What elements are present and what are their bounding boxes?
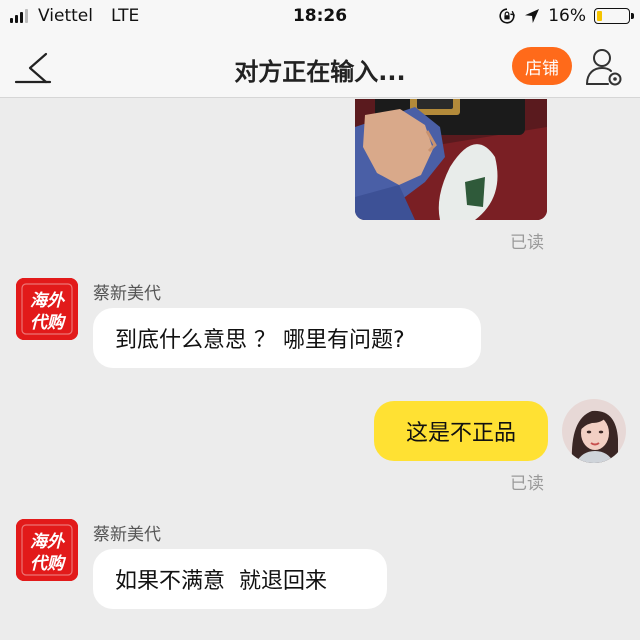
shop-logo: 海外 代购 bbox=[16, 278, 78, 340]
shop-avatar[interactable]: 海外 代购 bbox=[16, 519, 78, 581]
status-right: 16% bbox=[498, 6, 634, 26]
location-arrow-icon bbox=[525, 9, 540, 23]
incoming-message-bubble[interactable]: 到底什么意思 ？ 哪里有问题? bbox=[93, 308, 481, 368]
svg-text:海外: 海外 bbox=[30, 532, 66, 552]
back-button[interactable] bbox=[10, 48, 54, 88]
user-settings-icon bbox=[586, 49, 622, 86]
outgoing-message-bubble[interactable]: 这是不正品 bbox=[374, 401, 548, 461]
incoming-message-bubble[interactable]: 如果不满意 就退回来 bbox=[93, 549, 387, 609]
status-bar: Viettel LTE 18:26 16% bbox=[0, 0, 640, 34]
svg-text:代购: 代购 bbox=[30, 313, 67, 333]
user-avatar[interactable] bbox=[562, 399, 626, 463]
rotation-lock-icon bbox=[499, 8, 516, 24]
read-receipt: 已读 bbox=[510, 474, 544, 494]
sender-name: 蔡新美代 bbox=[93, 284, 161, 304]
typing-status-title: 对方正在输入... bbox=[234, 58, 406, 86]
profile-button[interactable] bbox=[584, 46, 624, 88]
shop-logo: 海外 代购 bbox=[16, 519, 78, 581]
message-text: 到底什么意思 ？ 哪里有问题? bbox=[115, 328, 405, 353]
battery-fill bbox=[597, 11, 602, 21]
battery-percent: 16% bbox=[548, 6, 586, 26]
message-text: 如果不满意 就退回来 bbox=[115, 569, 327, 594]
chat-area[interactable]: 已读 海外 代购 蔡新美代 到底什么意思 ？ 哪里有问题? 这是不正品 已读 海… bbox=[0, 99, 640, 640]
svg-text:海外: 海外 bbox=[30, 291, 66, 311]
message-text: 这是不正品 bbox=[405, 421, 516, 446]
chevron-left-icon bbox=[14, 52, 52, 84]
image-message[interactable] bbox=[355, 99, 547, 220]
shop-avatar[interactable]: 海外 代购 bbox=[16, 278, 78, 340]
svg-text:代购: 代购 bbox=[30, 554, 67, 574]
battery-icon bbox=[594, 8, 634, 24]
shop-button[interactable]: 店铺 bbox=[512, 47, 572, 85]
sender-name: 蔡新美代 bbox=[93, 525, 161, 545]
nav-bar: 对方正在输入... 店铺 bbox=[0, 34, 640, 98]
read-receipt: 已读 bbox=[510, 233, 544, 253]
user-photo bbox=[562, 399, 626, 463]
product-photo bbox=[355, 99, 547, 220]
